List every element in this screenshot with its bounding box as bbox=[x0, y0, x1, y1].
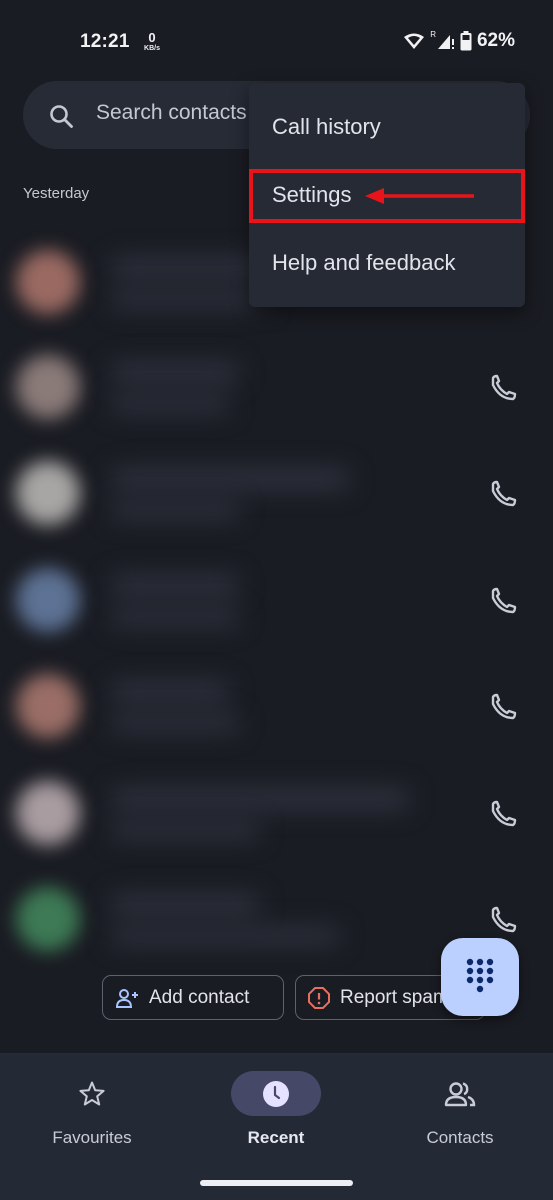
contact-name-redacted bbox=[110, 894, 260, 916]
call-log-row[interactable] bbox=[0, 340, 553, 446]
add-contact-label: Add contact bbox=[149, 986, 250, 1008]
bottom-navigation: Favourites Recent Contacts bbox=[0, 1053, 553, 1200]
nav-icon-container bbox=[231, 1071, 321, 1116]
call-details-redacted bbox=[110, 501, 240, 519]
avatar bbox=[16, 781, 80, 845]
section-label-yesterday: Yesterday bbox=[23, 185, 90, 202]
call-log-row[interactable] bbox=[0, 766, 553, 872]
nav-tab-favourites[interactable]: Favourites bbox=[0, 1053, 184, 1173]
menu-item-label: Settings bbox=[272, 182, 352, 207]
menu-item-settings[interactable]: Settings bbox=[249, 161, 525, 229]
menu-item-label: Call history bbox=[272, 114, 381, 139]
avatar bbox=[16, 887, 80, 951]
signal-icon bbox=[437, 35, 454, 49]
call-details-redacted bbox=[110, 395, 230, 413]
battery-percent: 62% bbox=[476, 30, 515, 51]
phone-icon[interactable] bbox=[489, 692, 519, 722]
battery-icon bbox=[460, 31, 472, 51]
network-speed-unit: KB/s bbox=[144, 45, 160, 52]
nav-icon-container bbox=[415, 1071, 505, 1116]
add-contact-button[interactable]: Add contact bbox=[102, 975, 284, 1020]
home-indicator[interactable] bbox=[200, 1180, 353, 1186]
status-bar: 12:21 0 KB/s R 62% bbox=[0, 0, 553, 80]
call-log-row[interactable] bbox=[0, 553, 553, 659]
add-person-icon bbox=[115, 988, 138, 1008]
phone-icon[interactable] bbox=[489, 373, 519, 403]
call-details-redacted bbox=[110, 608, 240, 626]
status-time: 12:21 bbox=[80, 31, 130, 52]
network-speed-value: 0 bbox=[148, 30, 156, 45]
report-spam-label: Report spam bbox=[340, 986, 449, 1008]
contact-name-redacted bbox=[110, 788, 410, 810]
nav-tab-contacts[interactable]: Contacts bbox=[368, 1053, 552, 1173]
status-icons: R 62% bbox=[403, 30, 515, 52]
nav-tab-recent[interactable]: Recent bbox=[184, 1053, 368, 1173]
phone-icon[interactable] bbox=[489, 586, 519, 616]
clock-icon bbox=[263, 1080, 289, 1107]
wifi-icon bbox=[404, 33, 425, 49]
phone-icon[interactable] bbox=[489, 479, 519, 509]
nav-label: Recent bbox=[247, 1128, 305, 1147]
phone-icon[interactable] bbox=[489, 905, 519, 935]
nav-label: Contacts bbox=[426, 1128, 494, 1147]
star-icon bbox=[79, 1081, 105, 1105]
avatar bbox=[16, 568, 80, 632]
contact-name-redacted bbox=[110, 468, 350, 490]
nav-label: Favourites bbox=[52, 1128, 132, 1147]
call-log-row[interactable] bbox=[0, 659, 553, 765]
avatar bbox=[16, 355, 80, 419]
menu-item-help-feedback[interactable]: Help and feedback bbox=[249, 229, 525, 297]
call-details-redacted bbox=[110, 290, 270, 308]
dialpad-icon bbox=[466, 958, 494, 993]
call-details-redacted bbox=[110, 821, 260, 839]
nav-icon-container bbox=[47, 1071, 137, 1116]
call-details-redacted bbox=[110, 714, 240, 732]
phone-icon[interactable] bbox=[489, 799, 519, 829]
people-icon bbox=[444, 1081, 476, 1106]
avatar bbox=[16, 461, 80, 525]
call-log-row[interactable] bbox=[0, 446, 553, 552]
menu-item-call-history[interactable]: Call history bbox=[249, 93, 525, 161]
network-speed: 0 KB/s bbox=[142, 31, 162, 52]
menu-item-label: Help and feedback bbox=[272, 250, 456, 275]
roaming-indicator: R bbox=[430, 29, 436, 39]
contact-name-redacted bbox=[110, 575, 240, 597]
search-icon[interactable] bbox=[48, 103, 74, 129]
contact-name-redacted bbox=[110, 362, 240, 384]
search-input[interactable]: Search contacts bbox=[96, 101, 247, 125]
dialpad-button[interactable] bbox=[441, 938, 519, 1016]
report-icon bbox=[308, 986, 330, 1009]
contact-name-redacted bbox=[110, 681, 230, 703]
call-details-redacted bbox=[110, 927, 340, 945]
avatar bbox=[16, 674, 80, 738]
avatar bbox=[16, 250, 80, 314]
overflow-menu: Call history Settings Help and feedback bbox=[249, 83, 525, 307]
